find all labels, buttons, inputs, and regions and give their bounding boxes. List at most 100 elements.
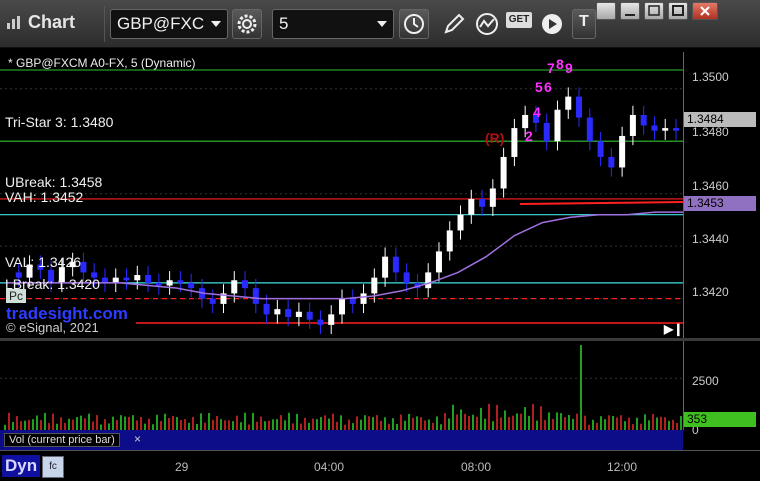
volume-bar	[200, 413, 202, 430]
volume-bar	[180, 420, 182, 430]
volume-bar	[644, 414, 646, 430]
time-tick-1: 29	[175, 460, 189, 474]
chevron-down-icon[interactable]	[377, 21, 387, 27]
volume-bar	[500, 417, 502, 430]
candle-body	[285, 309, 292, 318]
volume-bar	[292, 423, 294, 430]
val-label: VAL: 1.3426	[5, 254, 82, 270]
volume-bar	[472, 414, 474, 430]
volume-bar	[244, 412, 246, 430]
volume-bar	[120, 415, 122, 430]
axis-tick-5: 1.3420	[692, 285, 729, 299]
volume-bar	[484, 418, 486, 430]
time-button[interactable]	[399, 9, 429, 39]
play-icon[interactable]	[538, 10, 566, 38]
symbol-input[interactable]: GBP@FXC	[110, 9, 228, 39]
volume-bar	[604, 419, 606, 430]
minimize-button[interactable]	[620, 2, 640, 20]
volume-chart[interactable]	[0, 341, 683, 430]
volume-bar	[504, 410, 506, 430]
vwap-line	[8, 211, 683, 300]
dynamic-mode-button[interactable]: Dyn	[2, 455, 41, 477]
volume-bar	[172, 415, 174, 430]
candle-body	[446, 230, 453, 252]
maximize-button[interactable]	[668, 2, 688, 20]
close-icon[interactable]: ×	[134, 432, 141, 446]
volume-bar	[364, 415, 366, 430]
candle-body	[425, 272, 432, 289]
volume-bar	[288, 412, 290, 430]
volume-bar	[612, 415, 614, 430]
scroll-to-end-icon[interactable]: ▶❙	[664, 322, 683, 336]
chart-icon	[7, 16, 20, 29]
candle-body	[565, 96, 572, 110]
volume-bar	[116, 420, 118, 430]
candle-body	[457, 214, 464, 231]
candle-body	[274, 309, 281, 315]
interval-select[interactable]: 5	[272, 9, 394, 39]
volume-bar	[188, 422, 190, 430]
candle-body	[522, 114, 529, 129]
volume-bar	[584, 415, 586, 430]
volume-bar	[328, 418, 330, 430]
volume-bar	[656, 417, 658, 430]
window-title: Chart	[28, 12, 76, 32]
price-chart[interactable]	[0, 52, 683, 338]
settings-button[interactable]	[232, 9, 262, 39]
get-icon[interactable]: GET	[506, 12, 532, 28]
candle-body	[263, 303, 270, 315]
volume-bar	[60, 417, 62, 430]
volume-bar	[148, 418, 150, 430]
volume-bar	[404, 420, 406, 430]
volume-bar	[680, 416, 682, 430]
volume-bar	[508, 416, 510, 430]
volume-bar	[268, 420, 270, 430]
volume-bar	[340, 415, 342, 430]
volume-bar	[512, 415, 514, 430]
time-axis[interactable]	[0, 450, 760, 481]
toolbar-separator	[104, 6, 105, 42]
volume-bar	[424, 420, 426, 430]
volume-caption: Vol (current price bar)	[4, 433, 120, 447]
fc-icon[interactable]: fc	[42, 456, 64, 478]
clock-icon	[404, 14, 424, 34]
study-icon[interactable]	[473, 10, 501, 38]
candle-body	[576, 96, 583, 118]
axis-tick-1: 1.3500	[692, 70, 729, 84]
volume-bar	[416, 416, 418, 430]
candle-body	[188, 282, 195, 289]
volume-bar	[84, 418, 86, 430]
volume-bar	[448, 418, 450, 430]
volume-bar	[412, 417, 414, 430]
volume-bar	[192, 416, 194, 430]
candle-body	[673, 128, 679, 131]
volume-bar	[108, 423, 110, 430]
window-menu-button[interactable]	[596, 2, 616, 20]
candle-body	[231, 280, 238, 294]
volume-bar	[256, 421, 258, 430]
volume-bar	[576, 413, 578, 430]
candle-body	[608, 156, 615, 168]
volume-bar	[464, 413, 466, 430]
volume-bar	[676, 422, 678, 430]
candle-body	[597, 141, 604, 157]
volume-bar	[628, 417, 630, 430]
candle-body	[306, 311, 313, 320]
chevron-down-icon[interactable]	[211, 21, 221, 27]
close-button[interactable]	[692, 2, 718, 20]
volume-bar	[556, 412, 558, 430]
axis-tick-4: 1.3440	[692, 232, 729, 246]
volume-bar	[308, 422, 310, 430]
restore-button[interactable]	[644, 2, 664, 20]
volume-bar	[624, 421, 626, 430]
candle-body	[543, 122, 550, 142]
volume-bar	[136, 420, 138, 430]
pencil-icon[interactable]	[440, 10, 468, 38]
text-tool-button[interactable]: T	[572, 9, 596, 39]
volume-bar	[332, 413, 334, 430]
volume-bar	[324, 415, 326, 430]
candle-body	[651, 125, 658, 131]
volume-bar	[480, 407, 482, 430]
candle-body	[586, 117, 593, 142]
text-tool-icon: T	[579, 13, 589, 30]
